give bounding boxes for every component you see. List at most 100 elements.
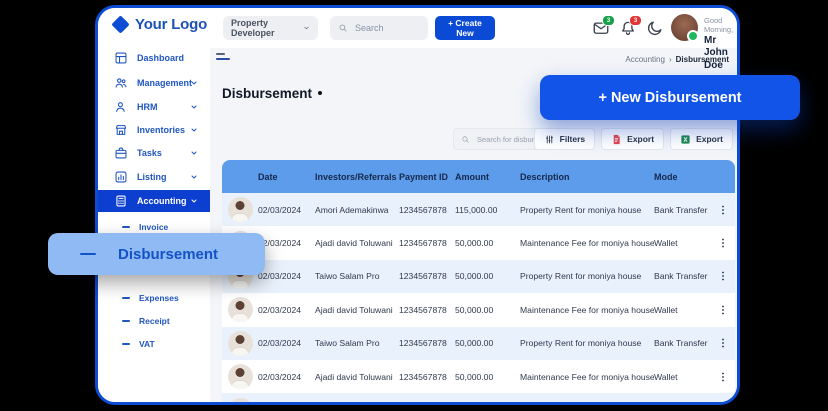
create-new-button[interactable]: + Create New [435,16,495,40]
investor-avatar [228,331,253,356]
sidebar-item-accounting[interactable]: Accounting [98,190,210,212]
workspace-selector[interactable]: Property Developer [223,16,318,40]
global-search-input[interactable] [353,22,420,34]
cell-investor: Ajadi david Toluwani [315,372,399,382]
user-name: Mr John Doe [704,35,737,73]
search-icon [461,135,470,144]
sidebar-item-listing[interactable]: Listing [98,167,210,187]
sidebar-item-hrm[interactable]: HRM [98,97,210,117]
table-row[interactable]: 02/03/2024 Ajadi david Toluwani 12345678… [222,360,735,393]
export-excel-button[interactable]: Export [670,128,733,150]
sidebar-item-dashboard[interactable]: Dashboard [98,48,210,68]
row-menu-icon[interactable] [717,303,729,317]
cell-date: 02/03/2024 [258,338,315,348]
cell-avatar [222,197,258,222]
sidebar-item-label: Listing [137,172,167,182]
cell-date: 02/03/2024 [258,205,315,215]
chevron-down-icon [190,197,198,205]
cell-description: Maintenance Fee for moniya house [520,305,654,315]
sidebar-item-label: Tasks [137,148,162,158]
sidebar-subitem-expenses[interactable]: Expenses [98,290,210,306]
cell-amount: 115,000.00 [455,205,520,215]
export-pdf-button[interactable]: Export [601,128,664,150]
management-icon [114,76,128,90]
screen: { "header": { "logo": "Your Logo", "work… [0,0,828,411]
page-title-text: Disbursement [222,86,312,101]
subitem-label: Expenses [139,293,179,303]
cell-actions [710,336,735,350]
cell-amount: 50,000.00 [455,372,520,382]
sidebar-item-label: Inventories [137,125,185,135]
column-mode: Mode [654,172,710,182]
row-menu-icon[interactable] [717,370,729,384]
table-row[interactable]: 02/03/2024 Taiwo Salam Pro 1234567878 50… [222,393,735,405]
hrm-icon [114,100,128,114]
cell-mode: Bank Transfer [654,271,710,281]
sidebar-item-label: Management [137,78,192,88]
app-header: Your Logo Property Developer + Create Ne… [98,8,737,48]
sidebar-item-inventories[interactable]: Inventories [98,120,210,140]
cell-amount: 50,000.00 [455,338,520,348]
search-icon [338,23,348,33]
cell-payment-id: 1234567878 [399,271,455,281]
sidebar-item-management[interactable]: Management [98,73,210,93]
sidebar-subitem-receipt[interactable]: Receipt [98,313,210,329]
global-search[interactable] [330,16,428,40]
new-disbursement-button[interactable]: + New Disbursement [540,75,800,120]
column-amount: Amount [455,172,520,182]
column-investors: Investors/Referrals [315,172,399,182]
cell-avatar [222,297,258,322]
chevron-down-icon [190,173,198,181]
excel-icon [680,134,691,145]
sidebar-collapse-button[interactable] [216,53,232,65]
row-menu-icon[interactable] [717,236,729,250]
cell-description: Maintenance Fee for moniya house [520,238,654,248]
sidebar-item-tasks[interactable]: Tasks [98,143,210,163]
user-avatar[interactable] [671,14,698,41]
disbursement-callout[interactable]: Disbursement [48,233,265,275]
cell-actions [710,269,735,283]
sidebar-item-label: Dashboard [137,53,184,63]
breadcrumb-parent[interactable]: Accounting [625,55,665,64]
cell-amount: 50,000.00 [455,305,520,315]
greeting-text: Good Morning, [704,16,737,35]
page-title: Disbursement [222,86,322,101]
sidebar-subitem-vat[interactable]: VAT [98,336,210,352]
sidebar-item-label: HRM [137,102,158,112]
row-menu-icon[interactable] [717,403,729,405]
column-description: Description [520,172,654,182]
subitem-label: VAT [139,339,155,349]
tasks-icon [114,146,128,160]
cell-date: 02/03/2024 [258,238,315,248]
filters-button[interactable]: Filters [534,128,596,150]
cell-payment-id: 1234567878 [399,205,455,215]
logo-diamond-icon [111,15,129,33]
table-header-row: Date Investors/Referrals Payment ID Amou… [222,160,735,193]
cell-payment-id: 1234567878 [399,238,455,248]
dark-mode-toggle[interactable] [646,19,664,37]
subitem-label: Invoice [139,222,168,232]
table-row[interactable]: 02/03/2024 Taiwo Salam Pro 1234567878 50… [222,260,735,293]
table-row[interactable]: 02/03/2024 Taiwo Salam Pro 1234567878 50… [222,327,735,360]
cell-payment-id: 1234567878 [399,338,455,348]
row-menu-icon[interactable] [717,336,729,350]
breadcrumb-separator: › [669,55,672,64]
cell-mode: Bank Transfer [654,338,710,348]
table-row[interactable]: 02/03/2024 Ajadi david Toluwani 12345678… [222,226,735,259]
app-window: Your Logo Property Developer + Create Ne… [95,5,740,405]
messages-button[interactable]: 3 [592,19,610,37]
table-body: 02/03/2024 Amori Ademakinwa 1234567878 1… [222,193,735,405]
row-menu-icon[interactable] [717,269,729,283]
notifications-button[interactable]: 3 [619,19,637,37]
cell-actions [710,403,735,405]
table-row[interactable]: 02/03/2024 Amori Ademakinwa 1234567878 1… [222,193,735,226]
row-menu-icon[interactable] [717,203,729,217]
cell-description: Property Rent for moniya house [520,205,654,215]
online-status-dot [687,30,699,42]
cell-description: Maintenance Fee for moniya house [520,372,654,382]
dashboard-icon [114,51,128,65]
table-row[interactable]: 02/03/2024 Ajadi david Toluwani 12345678… [222,293,735,326]
column-payment-id: Payment ID [399,172,455,182]
cell-description: Property Rent for moniya house [520,271,654,281]
chevron-down-icon [190,79,198,87]
